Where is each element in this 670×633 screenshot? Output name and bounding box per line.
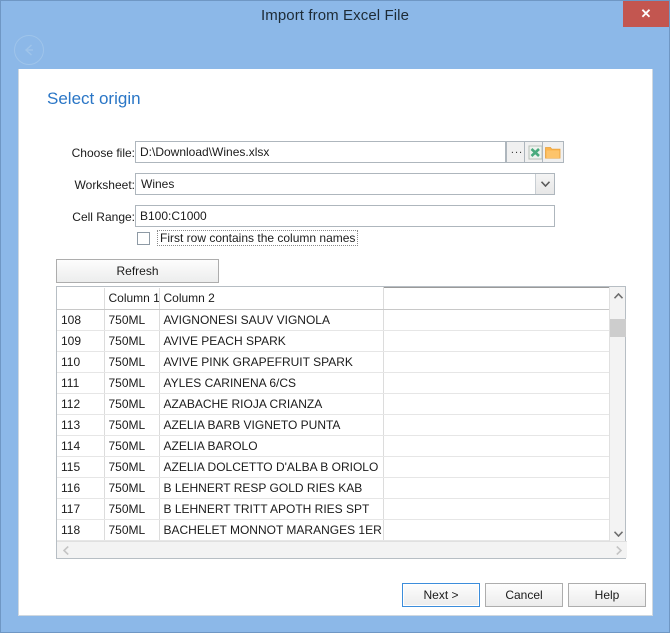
chevron-down-icon[interactable] bbox=[535, 174, 554, 194]
folder-open-icon bbox=[545, 147, 561, 159]
table-cell[interactable]: 750ML bbox=[104, 414, 160, 436]
browse-folder-button[interactable] bbox=[542, 141, 564, 163]
cell-range-label: Cell Range: bbox=[72, 210, 135, 224]
table-cell[interactable]: AZELIA BAROLO bbox=[159, 435, 384, 457]
table-cell[interactable] bbox=[383, 477, 610, 499]
cancel-button[interactable]: Cancel bbox=[485, 583, 563, 607]
table-cell[interactable] bbox=[383, 519, 610, 541]
table-cell[interactable]: 750ML bbox=[104, 372, 160, 394]
table-cell[interactable]: 750ML bbox=[104, 456, 160, 478]
column-header-1[interactable]: Column 1 bbox=[104, 287, 160, 310]
checkbox-box[interactable] bbox=[137, 231, 150, 245]
first-row-headers-label: First row contains the column names bbox=[157, 230, 359, 246]
first-row-headers-checkbox[interactable]: First row contains the column names bbox=[137, 230, 359, 246]
table-header: Column 1 Column 2 bbox=[57, 287, 610, 310]
table-cell[interactable]: AYLES CARINENA 6/CS bbox=[159, 372, 384, 394]
row-number-cell[interactable]: 114 bbox=[57, 435, 105, 457]
table-cell[interactable]: 750ML bbox=[104, 435, 160, 457]
window-title: Import from Excel File bbox=[260, 7, 410, 24]
table-cell[interactable]: B LEHNERT TRITT APOTH RIES SPT bbox=[159, 498, 384, 520]
chevron-down-icon[interactable] bbox=[610, 525, 626, 542]
column-header-3[interactable] bbox=[382, 287, 610, 310]
row-number-cell[interactable]: 112 bbox=[57, 393, 105, 415]
row-number-cell[interactable]: 116 bbox=[57, 477, 105, 499]
table-cell[interactable]: AVIVE PEACH SPARK bbox=[159, 330, 384, 352]
table-cell[interactable]: 750ML bbox=[104, 393, 160, 415]
chevron-up-icon[interactable] bbox=[610, 287, 626, 304]
table-cell[interactable] bbox=[383, 498, 610, 520]
worksheet-select[interactable]: Wines bbox=[135, 173, 555, 195]
chevron-right-icon[interactable] bbox=[610, 542, 627, 558]
table-row[interactable]: 110 750ML AVIVE PINK GRAPEFRUIT SPARK bbox=[57, 351, 610, 373]
table-cell[interactable]: 750ML bbox=[104, 519, 160, 541]
table-cell[interactable]: AVIGNONESI SAUV VIGNOLA bbox=[159, 309, 384, 331]
table-cell[interactable]: AZELIA BARB VIGNETO PUNTA bbox=[159, 414, 384, 436]
choose-file-label: Choose file: bbox=[71, 146, 135, 160]
table-row[interactable]: 109 750ML AVIVE PEACH SPARK bbox=[57, 330, 610, 352]
help-button[interactable]: Help bbox=[568, 583, 646, 607]
preview-grid: Column 1 Column 2 108 750ML AVIGNONESI SAUV… bbox=[56, 286, 627, 559]
table-row[interactable]: 114 750ML AZELIA BAROLO bbox=[57, 435, 610, 457]
table-header-row: Column 1 Column 2 bbox=[57, 287, 610, 310]
table-cell[interactable] bbox=[383, 456, 610, 478]
table-body: 108 750ML AVIGNONESI SAUV VIGNOLA 109 750ML A… bbox=[57, 309, 610, 541]
file-path-input[interactable] bbox=[135, 141, 506, 163]
table-cell[interactable]: BACHELET MONNOT MARANGES 1ER CRU RGE bbox=[159, 519, 384, 541]
table-cell[interactable] bbox=[383, 414, 610, 436]
table-cell[interactable]: 750ML bbox=[104, 498, 160, 520]
worksheet-selected-value: Wines bbox=[141, 177, 175, 191]
row-number-cell[interactable]: 115 bbox=[57, 456, 105, 478]
table-cell[interactable] bbox=[383, 351, 610, 373]
table-row[interactable]: 112 750ML AZABACHE RIOJA CRIANZA bbox=[57, 393, 610, 415]
table-cell[interactable]: AVIVE PINK GRAPEFRUIT SPARK bbox=[159, 351, 384, 373]
table-cell[interactable] bbox=[383, 372, 610, 394]
table-row[interactable]: 108 750ML AVIGNONESI SAUV VIGNOLA bbox=[57, 309, 610, 331]
table-row[interactable]: 118750MLBACHELET MONNOT MARANGES 1ER CRU… bbox=[57, 519, 610, 541]
row-number-cell[interactable]: 108 bbox=[57, 309, 105, 331]
vertical-scrollbar[interactable] bbox=[609, 287, 626, 542]
table-cell[interactable] bbox=[383, 393, 610, 415]
vertical-scrollbar-thumb[interactable] bbox=[610, 319, 626, 337]
row-number-cell[interactable]: 118 bbox=[57, 519, 105, 541]
row-number-cell[interactable]: 109 bbox=[57, 330, 105, 352]
preview-table: Column 1 Column 2 108 750ML AVIGNONESI SAUV… bbox=[57, 287, 610, 541]
table-cell[interactable]: 750ML bbox=[104, 309, 160, 331]
worksheet-label: Worksheet: bbox=[74, 178, 135, 192]
row-number-cell[interactable]: 117 bbox=[57, 498, 105, 520]
row-number-cell[interactable]: 113 bbox=[57, 414, 105, 436]
table-cell[interactable]: AZELIA DOLCETTO D'ALBA B ORIOLO bbox=[159, 456, 384, 478]
table-cell[interactable] bbox=[383, 330, 610, 352]
table-row[interactable]: 111 750ML AYLES CARINENA 6/CS bbox=[57, 372, 610, 394]
row-number-cell[interactable]: 110 bbox=[57, 351, 105, 373]
cell-range-input[interactable] bbox=[135, 205, 555, 227]
chevron-left-icon[interactable] bbox=[57, 542, 74, 558]
table-cell[interactable]: 750ML bbox=[104, 477, 160, 499]
table-cell[interactable]: 750ML bbox=[104, 351, 160, 373]
ellipsis-icon: ... bbox=[510, 144, 524, 156]
excel-file-icon bbox=[528, 145, 542, 159]
row-number-cell[interactable]: 111 bbox=[57, 372, 105, 394]
table-row[interactable]: 116 750ML B LEHNERT RESP GOLD RIES KAB bbox=[57, 477, 610, 499]
table-cell[interactable]: AZABACHE RIOJA CRIANZA bbox=[159, 393, 384, 415]
import-dialog-window: Import from Excel File ✕ Select origin C… bbox=[0, 0, 670, 633]
back-arrow-icon[interactable] bbox=[14, 35, 44, 65]
next-button[interactable]: Next > bbox=[402, 583, 480, 607]
table-row[interactable]: 113 750ML AZELIA BARB VIGNETO PUNTA bbox=[57, 414, 610, 436]
horizontal-scrollbar[interactable] bbox=[57, 541, 627, 558]
refresh-button[interactable]: Refresh bbox=[56, 259, 219, 283]
table-cell[interactable] bbox=[383, 435, 610, 457]
content-panel: Select origin Choose file: ... Worksheet… bbox=[18, 69, 653, 616]
page-title: Select origin bbox=[47, 89, 141, 108]
column-header-2[interactable]: Column 2 bbox=[159, 287, 384, 310]
column-header-0[interactable] bbox=[57, 287, 105, 310]
table-cell[interactable]: B LEHNERT RESP GOLD RIES KAB bbox=[159, 477, 384, 499]
grid-viewport: Column 1 Column 2 108 750ML AVIGNONESI SAUV… bbox=[57, 287, 610, 542]
title-bar: Import from Excel File ✕ bbox=[1, 1, 669, 69]
table-row[interactable]: 115 750ML AZELIA DOLCETTO D'ALBA B ORIOLO bbox=[57, 456, 610, 478]
table-row[interactable]: 117 750ML B LEHNERT TRITT APOTH RIES SPT bbox=[57, 498, 610, 520]
close-button[interactable]: ✕ bbox=[623, 1, 669, 27]
table-cell[interactable]: 750ML bbox=[104, 330, 160, 352]
table-cell[interactable] bbox=[383, 309, 610, 331]
